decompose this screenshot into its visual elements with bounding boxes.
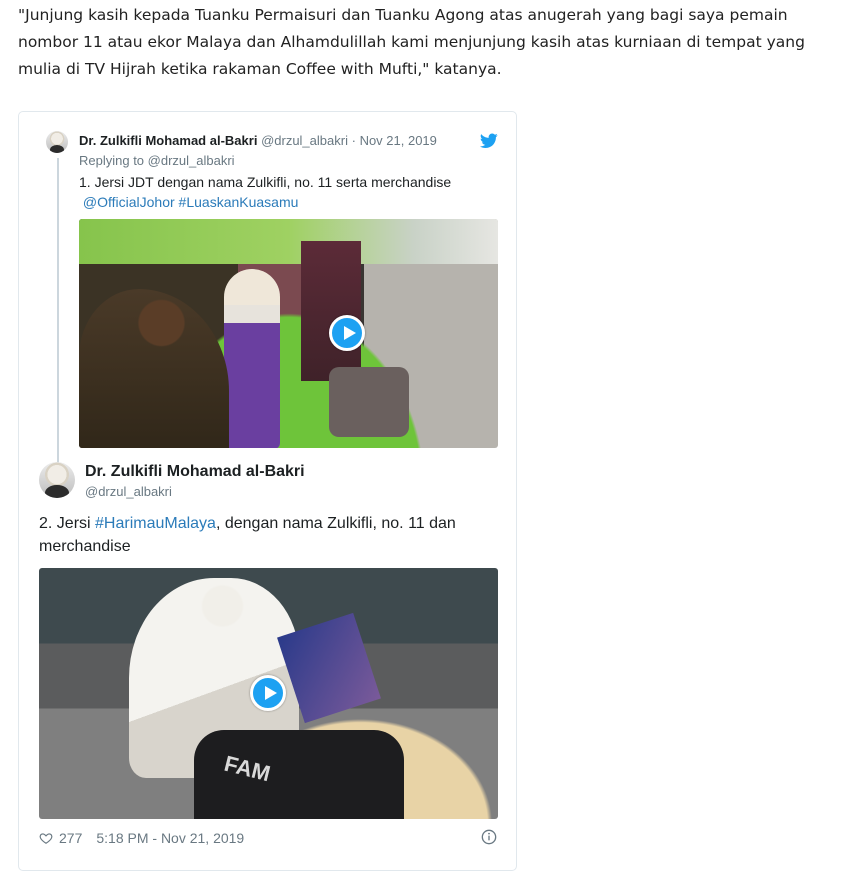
mention-link-officialjohor[interactable]: @OfficialJohor — [83, 194, 175, 210]
parent-tweet-avatar[interactable] — [46, 131, 68, 153]
heart-icon[interactable] — [39, 831, 53, 845]
embedded-tweet-card[interactable]: Dr. Zulkifli Mohamad al-Bakri @drzul_alb… — [18, 111, 517, 871]
thumbnail-person — [224, 269, 280, 448]
play-video-button[interactable] — [329, 315, 365, 351]
play-video-button[interactable] — [250, 675, 286, 711]
main-tweet-author-name[interactable]: Dr. Zulkifli Mohamad al-Bakri — [85, 463, 305, 481]
parent-tweet-text: 1. Jersi JDT dengan nama Zulkifli, no. 1… — [79, 172, 499, 212]
parent-tweet-author-name[interactable]: Dr. Zulkifli Mohamad al-Bakri — [79, 133, 257, 148]
thumbnail-chair — [329, 367, 409, 437]
thumbnail-camera-man — [79, 289, 229, 448]
info-icon[interactable] — [481, 829, 497, 845]
tweet-timestamp[interactable]: 5:18 PM - Nov 21, 2019 — [96, 830, 244, 846]
like-count[interactable]: 277 — [59, 830, 82, 846]
main-tweet-text: 2. Jersi #HarimauMalaya, dengan nama Zul… — [39, 512, 489, 558]
article-quote-paragraph: "Junjung kasih kepada Tuanku Permaisuri … — [18, 6, 805, 78]
parent-tweet-handle[interactable]: @drzul_albakri — [261, 133, 348, 148]
main-tweet-video-thumbnail[interactable]: FAM — [39, 568, 498, 819]
hashtag-link-harimaumalaya[interactable]: #HarimauMalaya — [95, 515, 216, 532]
thread-connector-line — [57, 158, 59, 498]
main-tweet-avatar[interactable] — [39, 462, 75, 498]
parent-tweet-separator: · — [351, 133, 356, 148]
bag-fam-text: FAM — [221, 750, 273, 787]
main-tweet-handle[interactable]: @drzul_albakri — [85, 484, 172, 499]
main-tweet-text-before: 2. Jersi — [39, 515, 96, 532]
thumbnail-poster — [301, 241, 361, 381]
thumbnail-ceiling — [79, 219, 498, 264]
parent-tweet-body: 1. Jersi JDT dengan nama Zulkifli, no. 1… — [79, 174, 452, 190]
replying-to-label[interactable]: Replying to @drzul_albakri — [79, 153, 235, 168]
hashtag-link-luaskankuasamu[interactable]: #LuaskanKuasamu — [179, 194, 299, 210]
thumbnail-bag: FAM — [194, 730, 404, 819]
parent-tweet-video-thumbnail[interactable] — [79, 219, 498, 448]
tweet-footer: 277 5:18 PM - Nov 21, 2019 — [39, 830, 244, 846]
parent-tweet-header: Dr. Zulkifli Mohamad al-Bakri @drzul_alb… — [79, 133, 437, 148]
parent-tweet-date[interactable]: Nov 21, 2019 — [360, 133, 437, 148]
twitter-bird-icon[interactable] — [480, 133, 498, 149]
